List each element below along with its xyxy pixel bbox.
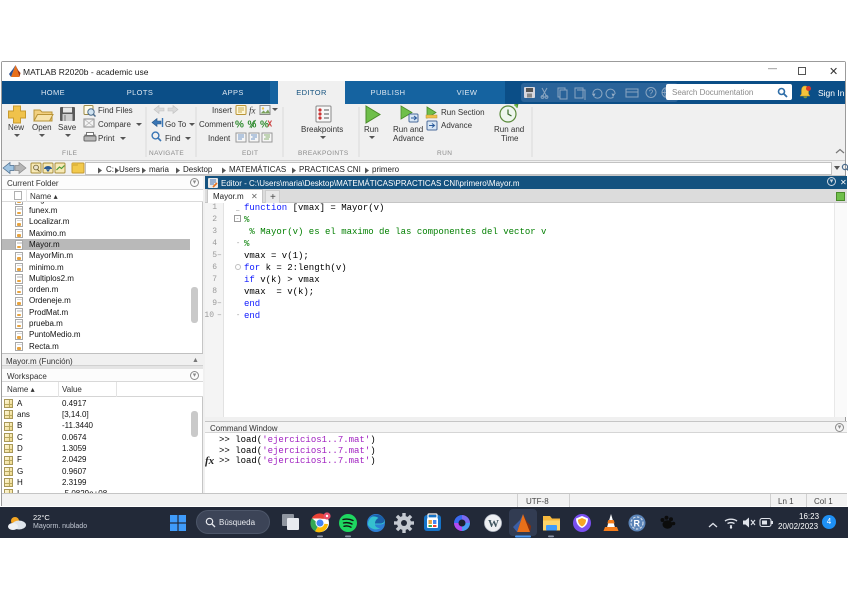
svg-text:R: R xyxy=(634,519,641,529)
svg-text:%: % xyxy=(260,120,269,131)
svg-text:W: W xyxy=(488,518,499,530)
svg-text:fx: fx xyxy=(249,106,256,116)
svg-text:?: ? xyxy=(649,88,654,97)
svg-text:%: % xyxy=(235,120,244,131)
